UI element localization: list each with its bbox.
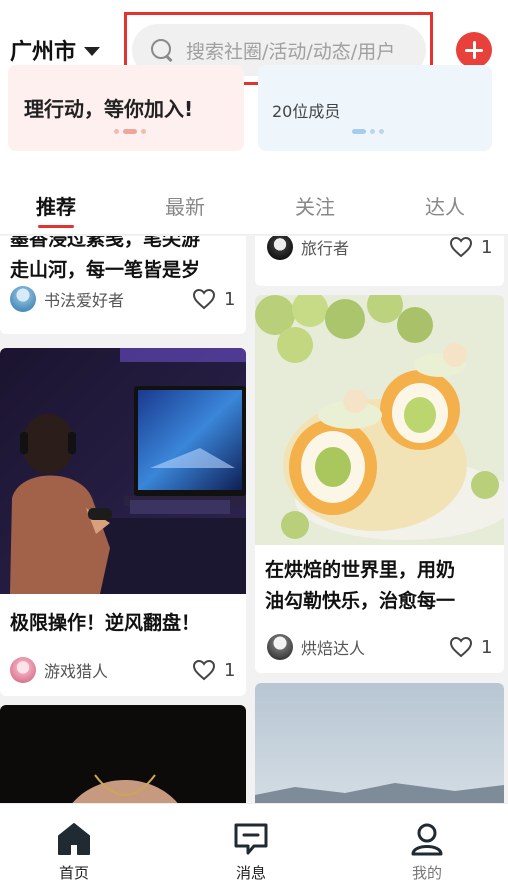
- banner-card-right[interactable]: 20位成员: [258, 65, 492, 151]
- like-button[interactable]: 1: [192, 288, 235, 310]
- nav-messages[interactable]: 消息: [211, 822, 291, 883]
- post-card[interactable]: 在烘焙的世界里，用奶 油勾勒快乐，治愈每一 烘焙达人 1: [255, 295, 504, 673]
- add-button[interactable]: [456, 32, 492, 68]
- post-title: 墨香浸过素笺，笔尖游 走山河，每一笔皆是岁: [10, 236, 201, 281]
- bottom-nav: 首页 消息 我的: [0, 803, 508, 893]
- banner-title: 理行动，等你加入!: [24, 97, 194, 121]
- city-selector[interactable]: 广州市: [10, 34, 101, 66]
- tab-active-indicator: [38, 225, 74, 228]
- message-icon: [234, 823, 268, 855]
- banner-card-left[interactable]: 理行动，等你加入!: [8, 65, 244, 151]
- search-placeholder: 搜索社圈/活动/动态/用户: [186, 40, 396, 63]
- nav-home[interactable]: 首页: [34, 822, 114, 883]
- heart-icon: [192, 288, 216, 310]
- like-button[interactable]: 1: [449, 236, 492, 258]
- post-author[interactable]: 烘焙达人: [267, 634, 365, 660]
- post-card[interactable]: [255, 683, 504, 803]
- post-image-portrait: [0, 705, 246, 803]
- carousel-indicator: [352, 129, 384, 134]
- post-author[interactable]: 书法爱好者: [10, 286, 124, 312]
- banner-subtitle: 20位成员: [272, 102, 341, 121]
- heart-icon: [192, 659, 216, 681]
- post-card[interactable]: [0, 705, 246, 803]
- tab-latest[interactable]: 最新: [165, 191, 205, 220]
- nav-profile[interactable]: 我的: [387, 822, 467, 883]
- post-author[interactable]: 游戏猎人: [10, 657, 108, 683]
- post-image-gaming: [0, 348, 246, 594]
- post-card[interactable]: 极限操作！逆风翻盘！ 游戏猎人 1: [0, 348, 246, 696]
- like-button[interactable]: 1: [449, 636, 492, 658]
- feed: 墨香浸过素笺，笔尖游 走山河，每一笔皆是岁 书法爱好者 1 极限操作！逆风翻盘！…: [0, 236, 508, 803]
- avatar: [267, 634, 293, 660]
- post-image-baking: [255, 295, 504, 545]
- post-title: 极限操作！逆风翻盘！: [10, 612, 201, 634]
- avatar: [10, 286, 36, 312]
- tab-following[interactable]: 关注: [295, 191, 335, 220]
- avatar: [267, 236, 293, 260]
- feed-tabs: 推荐 最新 关注 达人: [0, 165, 508, 235]
- heart-icon: [449, 236, 473, 258]
- like-button[interactable]: 1: [192, 659, 235, 681]
- post-card[interactable]: 墨香浸过素笺，笔尖游 走山河，每一笔皆是岁 书法爱好者 1: [0, 236, 246, 334]
- carousel-indicator: [114, 129, 146, 134]
- home-icon: [58, 823, 90, 855]
- post-image-landscape: [255, 683, 504, 803]
- profile-icon: [411, 823, 443, 856]
- banner-row: 理行动，等你加入! 20位成员: [0, 65, 508, 165]
- search-icon: [150, 38, 174, 62]
- tab-recommend[interactable]: 推荐: [36, 191, 76, 220]
- post-card[interactable]: 旅行者 1: [255, 236, 504, 286]
- post-title: 在烘焙的世界里，用奶 油勾勒快乐，治愈每一: [265, 559, 456, 612]
- caret-down-icon: [84, 46, 101, 56]
- city-label: 广州市: [10, 40, 77, 65]
- post-author[interactable]: 旅行者: [267, 236, 349, 260]
- tab-experts[interactable]: 达人: [425, 191, 465, 220]
- heart-icon: [449, 636, 473, 658]
- avatar: [10, 657, 36, 683]
